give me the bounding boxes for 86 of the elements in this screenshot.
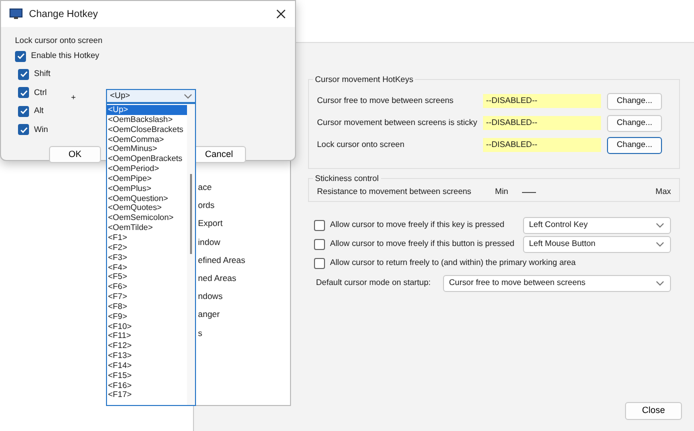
- list-option[interactable]: <F1>: [107, 232, 187, 243]
- list-option[interactable]: <OemPeriod>: [107, 164, 187, 174]
- checkbox[interactable]: [18, 68, 29, 80]
- checkbox[interactable]: [18, 124, 29, 136]
- dialog-heading: Lock cursor onto screen: [15, 35, 104, 47]
- tree-item[interactable]: ned Areas: [198, 272, 290, 284]
- tree-item[interactable]: Export: [198, 217, 290, 230]
- scroll-thumb[interactable]: [190, 174, 192, 254]
- tree-item[interactable]: indow: [198, 236, 290, 248]
- checkbox[interactable]: [18, 106, 29, 117]
- list-option[interactable]: <F17>: [107, 390, 187, 400]
- checkbox[interactable]: [314, 258, 325, 269]
- checkbox-label: Ctrl: [34, 86, 47, 99]
- key-dropdown[interactable]: <Up>: [106, 89, 196, 103]
- list-option[interactable]: <Up>: [107, 105, 187, 115]
- list-option[interactable]: <OemQuotes>: [107, 203, 187, 214]
- change-button[interactable]: Change...: [607, 92, 662, 110]
- checkbox-label: Win: [34, 124, 48, 136]
- caret-icon: [656, 281, 664, 286]
- max-label: Max: [656, 186, 671, 198]
- hotkey-value: --DISABLED--: [483, 116, 601, 130]
- monitor-icon: [9, 8, 23, 20]
- hotkey-value: --DISABLED--: [483, 138, 601, 152]
- list-option[interactable]: <F9>: [107, 312, 187, 322]
- list-option[interactable]: <F3>: [107, 252, 187, 262]
- hotkey-label: Cursor free to move between screens: [317, 94, 455, 107]
- tree-item[interactable]: ndows: [198, 290, 290, 302]
- checkbox[interactable]: [314, 239, 325, 250]
- slider-label: Resistance to movement between screens: [317, 186, 472, 198]
- ok-button[interactable]: OK: [49, 146, 101, 163]
- change-button[interactable]: Change...: [607, 114, 662, 132]
- hotkey-value: --DISABLED--: [483, 94, 601, 108]
- dropdown[interactable]: Cursor free to move between screens: [443, 275, 671, 292]
- close-icon[interactable]: [276, 9, 286, 19]
- change-button[interactable]: Change...: [607, 136, 662, 154]
- hotkey-label: Lock cursor onto screen: [317, 138, 406, 151]
- list-option[interactable]: <F10>: [107, 322, 187, 332]
- hotkey-label: Cursor movement between screens is sticky: [317, 116, 478, 129]
- list-option[interactable]: <F16>: [107, 380, 187, 390]
- list-option[interactable]: <F14>: [107, 360, 187, 371]
- checkbox-label: Alt: [34, 105, 44, 118]
- group-title: Stickiness control: [313, 173, 381, 184]
- list-option[interactable]: <F6>: [107, 282, 187, 292]
- list-option[interactable]: <OemPlus>: [107, 184, 187, 194]
- option-label: Allow cursor to move freely if this key is pressed: [330, 219, 506, 232]
- list-option[interactable]: <F5>: [107, 272, 187, 282]
- tree-item[interactable]: anger: [198, 308, 290, 320]
- checkbox[interactable]: [314, 220, 325, 231]
- dropdown[interactable]: Left Control Key: [523, 217, 671, 234]
- list-option[interactable]: <F8>: [107, 302, 187, 312]
- list-option[interactable]: <OemOpenBrackets: [107, 154, 187, 164]
- window-title: Change Hotkey: [29, 8, 98, 22]
- group-title: Cursor movement HotKeys: [313, 74, 416, 85]
- list-option[interactable]: <F2>: [107, 242, 187, 253]
- caret-icon: [656, 223, 664, 228]
- tree-item[interactable]: ace: [198, 181, 290, 194]
- list-option[interactable]: <OemSemicolon>: [107, 213, 187, 224]
- list-option[interactable]: <OemCloseBrackets: [107, 124, 187, 135]
- list-option[interactable]: <OemMinus>: [107, 144, 187, 154]
- list-option[interactable]: <F15>: [107, 370, 187, 381]
- list-option[interactable]: <OemQuestion>: [107, 194, 187, 204]
- list-option[interactable]: <OemComma>: [107, 134, 187, 144]
- option-label: Default cursor mode on startup:: [315, 277, 432, 290]
- caret-icon: [184, 94, 192, 98]
- min-label: Min: [495, 186, 508, 198]
- list-option[interactable]: <F4>: [107, 262, 187, 272]
- list-option[interactable]: <F12>: [107, 341, 187, 352]
- tree-item[interactable]: s: [198, 326, 290, 339]
- caret-icon: [656, 242, 664, 247]
- option-label: Allow cursor to return freely to (and within) the primary working area: [330, 257, 576, 270]
- list-option[interactable]: <F11>: [107, 331, 187, 342]
- checkbox-label: Enable this Hotkey: [31, 50, 100, 62]
- list-option[interactable]: <OemTilde>: [107, 223, 187, 233]
- list-option[interactable]: <F7>: [107, 292, 187, 302]
- dropdown[interactable]: Left Mouse Button: [523, 236, 671, 253]
- checkbox-label: Shift: [34, 68, 50, 80]
- close-button[interactable]: Close: [625, 402, 682, 420]
- list-option[interactable]: <OemPipe>: [107, 174, 187, 184]
- option-label: Allow cursor to move freely if this button is pressed: [330, 238, 516, 250]
- checkbox[interactable]: [15, 50, 26, 62]
- list-option[interactable]: <OemBackslash>: [107, 114, 187, 125]
- tree-item[interactable]: ords: [198, 199, 290, 212]
- list-option[interactable]: <F13>: [107, 351, 187, 361]
- checkbox[interactable]: [18, 87, 29, 98]
- plus-sign: +: [71, 92, 76, 104]
- tree-item[interactable]: efined Areas: [198, 254, 290, 266]
